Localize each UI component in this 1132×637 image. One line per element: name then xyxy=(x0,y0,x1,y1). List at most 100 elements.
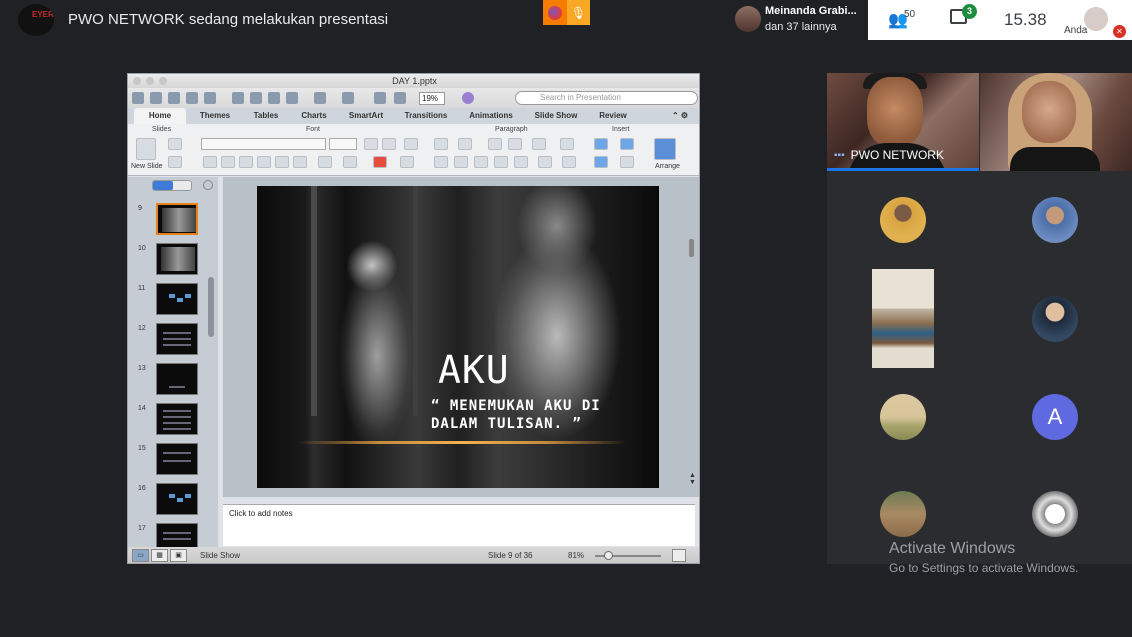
slide-subtitle[interactable]: “ MENEMUKAN AKU DI DALAM TULISAN. ” xyxy=(431,397,631,433)
participant-avatar[interactable] xyxy=(880,394,926,440)
slide-thumbnail-15[interactable] xyxy=(156,443,198,475)
zoom-field[interactable]: 19% xyxy=(419,92,445,105)
video-tile-participant[interactable] xyxy=(980,73,1132,171)
highlight-button[interactable] xyxy=(400,156,414,168)
close-pane-icon[interactable] xyxy=(203,180,213,190)
underline-button[interactable] xyxy=(239,156,253,168)
slide-scrollbar[interactable] xyxy=(689,239,694,257)
copy-icon[interactable] xyxy=(250,92,262,104)
decrease-indent-button[interactable] xyxy=(488,138,502,150)
clear-format-button[interactable] xyxy=(404,138,418,150)
tab-slide-show[interactable]: Slide Show xyxy=(528,108,584,124)
tab-smartart[interactable]: SmartArt xyxy=(340,108,392,124)
video-tile-pwo-network[interactable]: ▪▪▪ PWO NETWORK xyxy=(827,73,979,171)
line-spacing-button[interactable] xyxy=(532,138,546,150)
slide-title[interactable]: AKU xyxy=(438,348,510,392)
help-icon[interactable] xyxy=(462,92,474,104)
notes-pane[interactable]: Click to add notes xyxy=(223,504,695,546)
print-icon[interactable] xyxy=(204,92,216,104)
tab-themes[interactable]: Themes xyxy=(192,108,238,124)
font-size-field[interactable] xyxy=(329,138,357,150)
minimize-window-button[interactable] xyxy=(146,77,154,85)
current-slide[interactable]: AKU “ MENEMUKAN AKU DI DALAM TULISAN. ” xyxy=(257,186,659,488)
participant-avatar[interactable] xyxy=(1032,491,1078,537)
slide-thumbnail-14[interactable] xyxy=(156,403,198,435)
tab-charts[interactable]: Charts xyxy=(292,108,336,124)
slide-thumbnail-9[interactable] xyxy=(156,203,198,235)
align-center-button[interactable] xyxy=(454,156,468,168)
slide-thumbnail-10[interactable] xyxy=(156,243,198,275)
slide-nav-arrows[interactable]: ▲ ▼ xyxy=(689,472,696,492)
undo-icon[interactable] xyxy=(314,92,326,104)
participant-avatar[interactable] xyxy=(880,491,926,537)
text-effects-button[interactable] xyxy=(318,156,332,168)
bold-button[interactable] xyxy=(203,156,217,168)
media-button[interactable] xyxy=(620,156,634,168)
format-painter-icon[interactable] xyxy=(286,92,298,104)
tab-review[interactable]: Review xyxy=(592,108,634,124)
open-icon[interactable] xyxy=(168,92,180,104)
zoom-slider-handle[interactable] xyxy=(604,551,613,560)
slideshow-view-button[interactable]: ▣ xyxy=(170,549,187,562)
shrink-font-button[interactable] xyxy=(382,138,396,150)
distribute-button[interactable] xyxy=(514,156,528,168)
font-name-field[interactable] xyxy=(201,138,326,150)
pane-scrollbar[interactable] xyxy=(208,277,214,337)
ribbon-options-icon[interactable]: ⌃ ⚙ xyxy=(663,108,697,124)
increase-indent-button[interactable] xyxy=(508,138,522,150)
redo-icon[interactable] xyxy=(342,92,354,104)
self-avatar[interactable] xyxy=(1084,7,1108,31)
superscript-button[interactable] xyxy=(275,156,289,168)
paste-icon[interactable] xyxy=(268,92,280,104)
align-right-button[interactable] xyxy=(474,156,488,168)
participant-video-thumbnail[interactable] xyxy=(872,269,934,368)
zoom-window-button[interactable] xyxy=(159,77,167,85)
text-box-button[interactable] xyxy=(594,138,608,150)
layout-button[interactable] xyxy=(168,138,182,150)
tab-home[interactable]: Home xyxy=(134,108,186,124)
participant-avatar[interactable] xyxy=(880,197,926,243)
subscript-button[interactable] xyxy=(293,156,307,168)
sorter-view-button[interactable]: ▦ xyxy=(151,549,168,562)
pane-view-toggle[interactable] xyxy=(152,180,192,191)
strikethrough-button[interactable] xyxy=(257,156,271,168)
slide-thumbnail-12[interactable] xyxy=(156,323,198,355)
participant-letter-avatar[interactable]: A xyxy=(1032,394,1078,440)
picture-button[interactable] xyxy=(620,138,634,150)
slide-thumbnail-13[interactable] xyxy=(156,363,198,395)
search-input[interactable]: Search in Presentation xyxy=(515,91,698,105)
toolbox-icon[interactable] xyxy=(374,92,386,104)
participant-avatar[interactable] xyxy=(1032,296,1078,342)
close-window-button[interactable] xyxy=(133,77,141,85)
change-case-button[interactable] xyxy=(343,156,357,168)
meeting-controls: 👥 50 3 15.38 Anda ✕ xyxy=(868,0,1132,40)
gallery-icon[interactable] xyxy=(394,92,406,104)
text-direction-button[interactable] xyxy=(538,156,552,168)
justify-button[interactable] xyxy=(494,156,508,168)
fit-window-button[interactable] xyxy=(672,549,686,562)
save-icon[interactable] xyxy=(186,92,198,104)
grow-font-button[interactable] xyxy=(364,138,378,150)
align-left-button[interactable] xyxy=(434,156,448,168)
tab-animations[interactable]: Animations xyxy=(464,108,518,124)
new-slide-button[interactable] xyxy=(136,138,156,160)
arrange-button[interactable] xyxy=(654,138,676,160)
participants-chip[interactable]: Meinanda Grabi... dan 37 lainnya xyxy=(727,0,868,40)
shape-button[interactable] xyxy=(594,156,608,168)
font-color-button[interactable] xyxy=(373,156,387,168)
tab-transitions[interactable]: Transitions xyxy=(398,108,454,124)
new-icon[interactable] xyxy=(132,92,144,104)
slide-thumbnail-16[interactable] xyxy=(156,483,198,515)
tab-tables[interactable]: Tables xyxy=(242,108,290,124)
normal-view-button[interactable]: ▭ xyxy=(132,549,149,562)
slide-thumbnail-11[interactable] xyxy=(156,283,198,315)
cut-icon[interactable] xyxy=(232,92,244,104)
section-button[interactable] xyxy=(168,156,182,168)
italic-button[interactable] xyxy=(221,156,235,168)
participant-avatar[interactable] xyxy=(1032,197,1078,243)
columns-button[interactable] xyxy=(560,138,574,150)
bullets-button[interactable] xyxy=(434,138,448,150)
align-text-button[interactable] xyxy=(562,156,576,168)
numbering-button[interactable] xyxy=(458,138,472,150)
templates-icon[interactable] xyxy=(150,92,162,104)
